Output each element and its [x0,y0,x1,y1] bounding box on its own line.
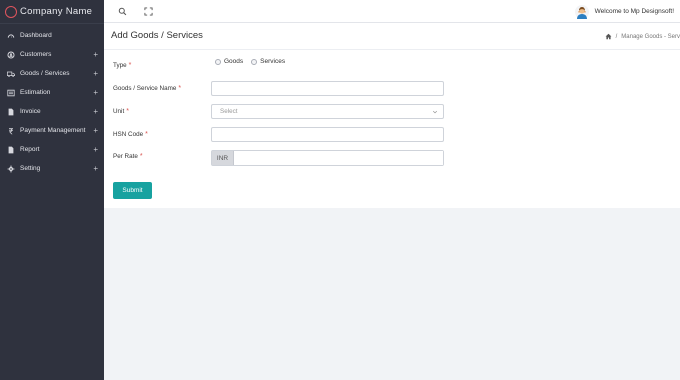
required-mark: * [128,62,132,69]
sidebar-item-label: Report [20,146,40,153]
type-radio-group: Goods Services [215,58,293,65]
radio-goods[interactable]: Goods [215,58,243,65]
sidebar-item-label: Payment Management [20,127,86,134]
report-icon [6,145,15,154]
company-logo-icon [5,5,17,18]
breadcrumb-current[interactable]: Manage Goods - Serv [621,34,680,40]
type-label: Type [113,62,127,69]
dashboard-icon [6,31,15,40]
radio-circle[interactable] [251,58,258,65]
sidebar-item-report[interactable]: Report + [0,140,104,159]
truck-icon [6,69,15,78]
rate-label: Per Rate [113,153,138,160]
unit-label-row: Unit * [113,104,129,119]
name-label-row: Goods / Service Name * [113,81,181,96]
expand-icon: + [93,88,98,97]
hsn-input[interactable] [211,127,444,142]
expand-icon: + [93,107,98,116]
sidebar-item-setting[interactable]: Setting + [0,159,104,178]
page-title: Add Goods / Services [111,30,203,41]
rate-input[interactable] [234,151,443,165]
rate-input-group: INR [211,150,444,166]
sidebar-nav: Dashboard Customers + Goods / Services +… [0,24,104,178]
breadcrumb-separator: / [615,33,618,40]
search-icon[interactable] [118,7,127,16]
welcome-text: Welcome to Mp Designsoft! [594,8,674,15]
home-icon[interactable] [605,33,612,40]
sidebar-item-label: Goods / Services [20,70,70,77]
submit-button[interactable]: Submit [113,182,152,199]
currency-addon: INR [212,151,234,165]
main-content: Add Goods / Services / Manage Goods - Se… [104,23,680,208]
radio-goods-label: Goods [224,58,244,65]
rupee-icon [6,126,15,135]
expand-icon: + [93,145,98,154]
sidebar-item-label: Invoice [20,108,41,115]
radio-services[interactable]: Services [251,58,285,65]
sidebar-item-dashboard[interactable]: Dashboard [0,26,104,45]
company-name: Company Name [20,6,93,17]
required-mark: * [139,153,143,160]
sidebar-item-payment-management[interactable]: Payment Management + [0,121,104,140]
invoice-icon [6,107,15,116]
required-mark: * [145,131,148,138]
unit-select[interactable]: Select [211,104,444,119]
required-mark: * [126,108,129,115]
avatar [574,4,589,19]
rate-label-row: Per Rate * [113,149,143,164]
sidebar-item-label: Estimation [20,89,51,96]
chevron-down-icon [432,110,438,114]
radio-circle[interactable] [215,58,221,65]
estimation-icon [6,88,15,97]
expand-icon: + [93,50,98,59]
sidebar: Company Name Dashboard Customers + Goods… [0,0,104,380]
unit-select-value: Select [220,108,238,115]
sidebar-item-goods-services[interactable]: Goods / Services + [0,64,104,83]
expand-icon: + [93,164,98,173]
unit-label: Unit [113,108,125,115]
sidebar-item-label: Setting [20,165,41,172]
radio-services-label: Services [260,58,286,65]
sidebar-item-invoice[interactable]: Invoice + [0,102,104,121]
sidebar-item-label: Customers [20,51,52,58]
name-label: Goods / Service Name [113,85,177,92]
required-mark: * [178,85,182,92]
brand[interactable]: Company Name [0,0,104,24]
breadcrumb: / Manage Goods - Serv [605,33,680,40]
customers-icon [6,50,15,59]
expand-icon: + [93,69,98,78]
hsn-label-row: HSN Code * [113,127,148,142]
name-input[interactable] [211,81,444,96]
sidebar-item-customers[interactable]: Customers + [0,45,104,64]
gear-icon [6,164,15,173]
topbar: Welcome to Mp Designsoft! [104,0,680,23]
page-header: Add Goods / Services / Manage Goods - Se… [104,23,680,50]
sidebar-item-label: Dashboard [20,32,52,39]
expand-icon: + [93,126,98,135]
type-label-row: Type * [113,58,131,73]
fullscreen-icon[interactable] [144,7,153,16]
user-menu[interactable]: Welcome to Mp Designsoft! [574,4,674,19]
sidebar-item-estimation[interactable]: Estimation + [0,83,104,102]
hsn-label: HSN Code [113,131,144,138]
